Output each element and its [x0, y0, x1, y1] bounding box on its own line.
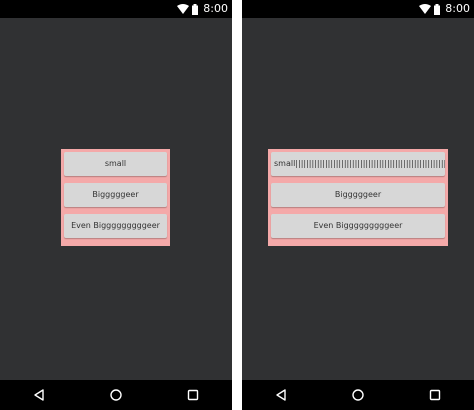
navigation-bar	[242, 380, 474, 410]
home-icon	[110, 389, 122, 401]
wifi-icon	[177, 4, 190, 14]
status-bar: 8:00	[242, 0, 474, 18]
navigation-bar	[0, 380, 232, 410]
phone-screen-right: 8:00 small||||||||||||||||||||||||||||||…	[242, 0, 474, 410]
button-container: small|||||||||||||||||||||||||||||||||||…	[268, 149, 448, 246]
recents-icon	[188, 389, 199, 401]
button-container: small Bigggggeer Even Bigggggggggeer	[61, 149, 170, 246]
back-button[interactable]	[269, 383, 293, 407]
small-long-button[interactable]: small|||||||||||||||||||||||||||||||||||…	[271, 152, 445, 176]
recents-icon	[430, 389, 441, 401]
recents-button[interactable]	[423, 383, 447, 407]
home-button[interactable]	[104, 383, 128, 407]
status-bar: 8:00	[0, 0, 232, 18]
recents-button[interactable]	[181, 383, 205, 407]
small-button[interactable]: small	[64, 152, 167, 176]
battery-icon	[434, 3, 441, 15]
status-clock: 8:00	[203, 2, 228, 15]
even-bigger-button[interactable]: Even Bigggggggggeer	[64, 214, 167, 238]
phone-screen-left: 8:00 small Bigggggeer Even Bigggggggggee…	[0, 0, 232, 410]
home-button[interactable]	[346, 383, 370, 407]
bigger-button[interactable]: Bigggggeer	[64, 183, 167, 207]
back-icon	[275, 389, 286, 401]
back-button[interactable]	[27, 383, 51, 407]
wifi-icon	[419, 4, 432, 14]
even-bigger-button[interactable]: Even Bigggggggggeer	[271, 214, 445, 238]
status-clock: 8:00	[445, 2, 470, 15]
back-icon	[33, 389, 44, 401]
home-icon	[352, 389, 364, 401]
bigger-button[interactable]: Bigggggeer	[271, 183, 445, 207]
battery-icon	[192, 3, 199, 15]
